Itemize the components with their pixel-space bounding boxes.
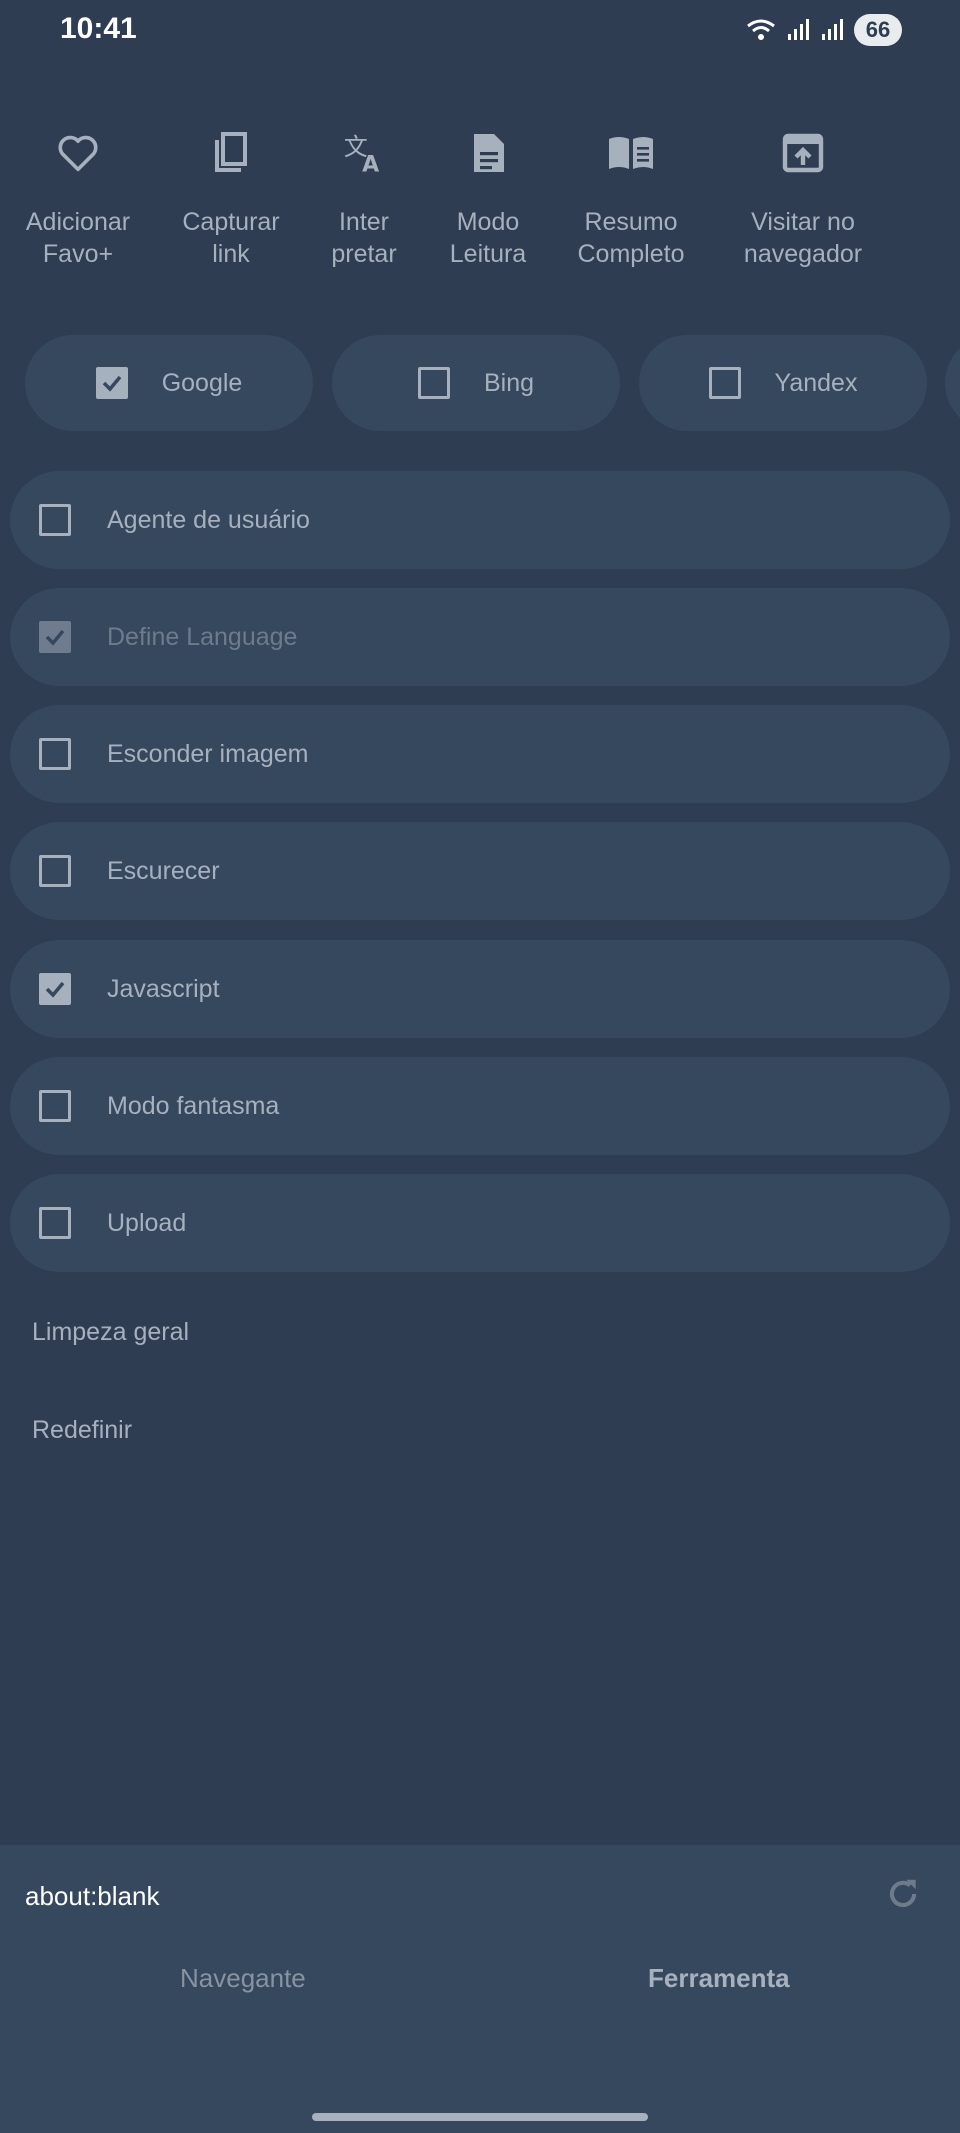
copy-icon xyxy=(171,120,291,186)
engine-yandex[interactable]: Yandex xyxy=(639,335,927,431)
checkbox[interactable] xyxy=(39,738,71,770)
option-label: Javascript xyxy=(107,974,220,1003)
engine-bing[interactable]: Bing xyxy=(332,335,620,431)
clear-all-button[interactable]: Limpeza geral xyxy=(32,1318,189,1347)
tab-navegante[interactable]: Navegante xyxy=(180,1963,306,1994)
tool-label: Adicionar Favo+ xyxy=(25,208,131,268)
translate-button[interactable]: 文A Inter pretar xyxy=(314,120,414,270)
status-bar: 10:41 66 xyxy=(0,0,960,62)
tool-label: Resumo Completo xyxy=(577,208,685,268)
tool-row: Adicionar Favo+ Capturar link 文A Inter p… xyxy=(0,120,960,290)
capture-link-button[interactable]: Capturar link xyxy=(171,120,291,270)
visit-in-browser-button[interactable]: Visitar no navegador xyxy=(728,120,878,270)
engine-label: Yandex xyxy=(774,368,858,397)
engine-google[interactable]: Google xyxy=(25,335,313,431)
engine-label: Bing xyxy=(483,368,535,397)
option-label: Agente de usuário xyxy=(107,505,310,534)
checkbox[interactable] xyxy=(417,367,450,399)
battery-icon: 66 xyxy=(854,14,902,46)
option-dark-mode[interactable]: Escurecer xyxy=(10,822,950,920)
option-hide-images[interactable]: Esconder imagem xyxy=(10,705,950,803)
signal-icon xyxy=(820,18,844,42)
svg-text:A: A xyxy=(362,152,379,175)
engine-more[interactable] xyxy=(945,335,960,431)
option-label: Esconder imagem xyxy=(107,739,309,768)
add-favorite-button[interactable]: Adicionar Favo+ xyxy=(18,120,138,270)
checkbox xyxy=(39,621,71,653)
document-icon xyxy=(438,120,538,186)
tool-label: Visitar no navegador xyxy=(743,208,863,268)
checkbox[interactable] xyxy=(39,1207,71,1239)
search-engine-row: Google Bing Yandex xyxy=(0,335,960,431)
option-javascript[interactable]: Javascript xyxy=(10,940,950,1038)
status-time: 10:41 xyxy=(60,12,137,45)
signal-icon xyxy=(786,18,810,42)
wifi-icon xyxy=(746,18,776,42)
checkbox[interactable] xyxy=(95,367,128,399)
option-ghost-mode[interactable]: Modo fantasma xyxy=(10,1057,950,1155)
status-icons: 66 xyxy=(746,14,902,46)
option-label: Escurecer xyxy=(107,856,220,885)
checkbox[interactable] xyxy=(39,855,71,887)
reading-mode-button[interactable]: Modo Leitura xyxy=(438,120,538,270)
bottom-panel: about:blank Navegante Ferramenta xyxy=(0,1845,960,2133)
checkbox[interactable] xyxy=(708,367,741,399)
heart-icon xyxy=(18,120,138,186)
open-in-browser-icon xyxy=(728,120,878,186)
tab-ferramenta[interactable]: Ferramenta xyxy=(648,1963,790,1994)
home-indicator[interactable] xyxy=(312,2113,648,2121)
reset-button[interactable]: Redefinir xyxy=(32,1416,132,1445)
reload-icon[interactable] xyxy=(884,1875,922,1918)
tool-label: Capturar link xyxy=(182,208,280,268)
option-label: Modo fantasma xyxy=(107,1091,280,1120)
checkbox[interactable] xyxy=(39,973,71,1005)
option-user-agent[interactable]: Agente de usuário xyxy=(10,471,950,569)
option-upload[interactable]: Upload xyxy=(10,1174,950,1272)
url-field[interactable]: about:blank xyxy=(25,1881,159,1912)
tool-label: Modo Leitura xyxy=(449,208,527,268)
book-icon xyxy=(566,120,696,186)
checkbox[interactable] xyxy=(39,504,71,536)
option-define-language: Define Language xyxy=(10,588,950,686)
checkbox[interactable] xyxy=(39,1090,71,1122)
full-summary-button[interactable]: Resumo Completo xyxy=(566,120,696,270)
option-label: Upload xyxy=(107,1208,187,1237)
translate-icon: 文A xyxy=(314,120,414,186)
option-label: Define Language xyxy=(107,622,298,651)
tool-label: Inter pretar xyxy=(331,208,397,268)
engine-label: Google xyxy=(161,368,243,397)
